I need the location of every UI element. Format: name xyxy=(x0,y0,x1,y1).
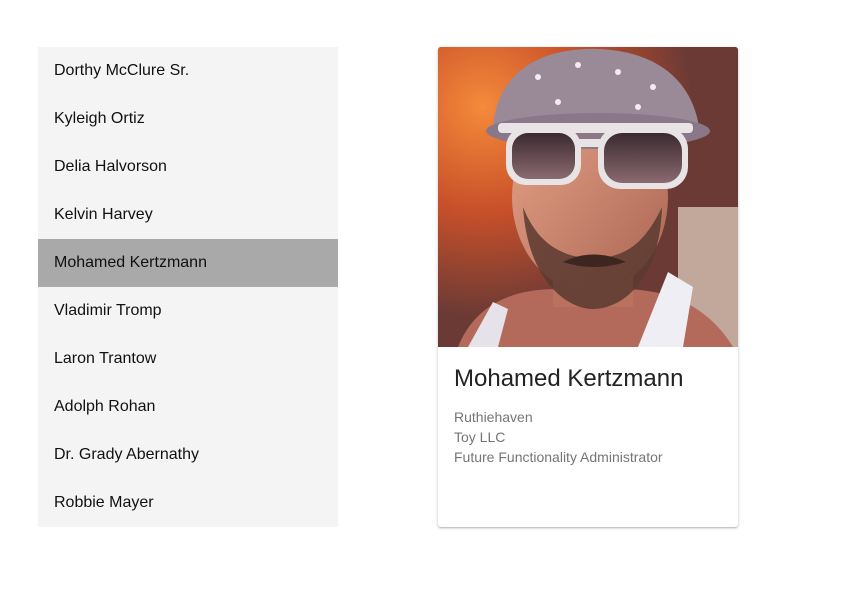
people-list: Dorthy McClure Sr. Kyleigh Ortiz Delia H… xyxy=(38,47,338,527)
list-item[interactable]: Kelvin Harvey xyxy=(38,191,338,239)
list-item[interactable]: Adolph Rohan xyxy=(38,383,338,431)
profile-photo xyxy=(438,47,738,347)
list-item[interactable]: Laron Trantow xyxy=(38,335,338,383)
profile-job-title: Future Functionality Administrator xyxy=(454,449,663,465)
profile-name: Mohamed Kertzmann xyxy=(454,365,684,392)
list-item[interactable]: Dr. Grady Abernathy xyxy=(38,431,338,479)
profile-company: Toy LLC xyxy=(454,429,506,445)
profile-card-body: Mohamed Kertzmann Ruthiehaven Toy LLC Fu… xyxy=(438,347,738,467)
person-photo-icon xyxy=(438,47,738,347)
page: Dorthy McClure Sr. Kyleigh Ortiz Delia H… xyxy=(0,0,841,594)
list-item[interactable]: Vladimir Tromp xyxy=(38,287,338,335)
profile-card: Mohamed Kertzmann Ruthiehaven Toy LLC Fu… xyxy=(438,47,738,527)
profile-city: Ruthiehaven xyxy=(454,409,533,425)
list-item[interactable]: Dorthy McClure Sr. xyxy=(38,47,338,95)
list-item[interactable]: Robbie Mayer xyxy=(38,479,338,527)
list-item[interactable]: Kyleigh Ortiz xyxy=(38,95,338,143)
list-item-selected[interactable]: Mohamed Kertzmann xyxy=(38,239,338,287)
list-item[interactable]: Delia Halvorson xyxy=(38,143,338,191)
